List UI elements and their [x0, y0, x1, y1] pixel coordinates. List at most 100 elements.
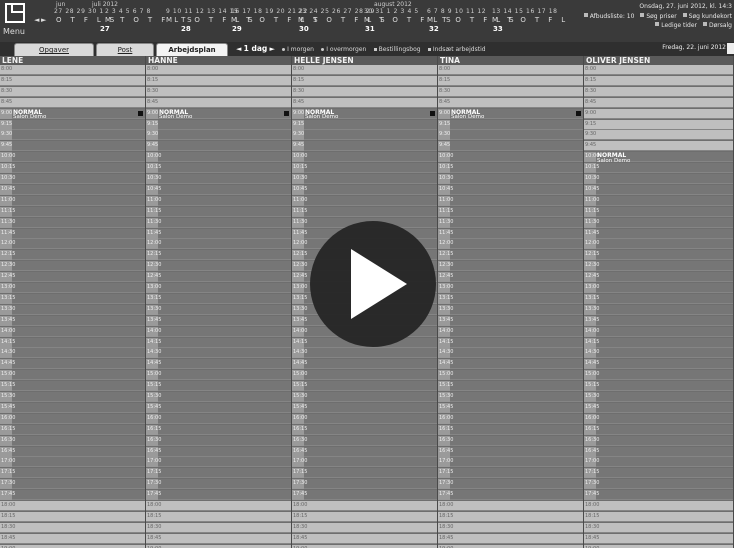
time-slot[interactable]: 8:00	[292, 65, 437, 75]
time-slot[interactable]: 9:45	[584, 141, 733, 152]
time-slot[interactable]: 10:00	[0, 152, 145, 163]
time-slot[interactable]: 10:30	[584, 174, 733, 184]
time-slot[interactable]: 17:30	[0, 479, 145, 490]
time-slot[interactable]: 8:00	[584, 65, 733, 75]
time-slot[interactable]: 16:15	[438, 424, 583, 435]
week-number[interactable]: 32	[429, 25, 439, 33]
time-slot[interactable]: 14:15	[0, 337, 145, 348]
time-slot[interactable]: 15:00	[292, 370, 437, 381]
time-slot[interactable]: 13:45	[584, 315, 733, 326]
time-slot[interactable]: 8:15	[146, 75, 291, 86]
time-slot[interactable]: 15:45	[146, 402, 291, 413]
time-slot[interactable]: 18:15	[438, 511, 583, 522]
time-slot[interactable]: 18:30	[0, 522, 145, 533]
week-number[interactable]: 33	[493, 25, 503, 33]
time-slot[interactable]: 11:00	[0, 195, 145, 206]
time-slot[interactable]: 11:45	[0, 228, 145, 239]
time-slot[interactable]: 17:15	[292, 468, 437, 479]
time-slot[interactable]: 14:15	[584, 337, 733, 348]
time-slot[interactable]: 13:30	[0, 304, 145, 315]
time-slot[interactable]: 16:45	[146, 446, 291, 457]
time-slot[interactable]: 12:45	[438, 272, 583, 283]
time-slot[interactable]: 8:15	[438, 75, 583, 86]
time-slot[interactable]: 15:00	[584, 370, 733, 381]
time-slot[interactable]: 15:15	[146, 381, 291, 392]
time-slot[interactable]: 15:45	[0, 402, 145, 413]
time-slot[interactable]: 9:15	[0, 119, 145, 130]
time-slot[interactable]: 8:45	[146, 97, 291, 108]
time-slot[interactable]: 18:15	[292, 511, 437, 522]
time-slot[interactable]: 10:45	[438, 184, 583, 195]
time-slot[interactable]: 18:45	[584, 533, 733, 544]
time-slot[interactable]: 13:45	[146, 315, 291, 326]
time-slot[interactable]: 14:45	[584, 359, 733, 370]
time-slot[interactable]: 18:00	[146, 501, 291, 511]
calendar-day-row[interactable]: 16 17 18 19 20 21 22	[231, 8, 308, 15]
door-sales-link[interactable]: Dørsalg	[709, 22, 732, 29]
time-slot[interactable]: 17:45	[584, 490, 733, 501]
week-number[interactable]: 31	[365, 25, 375, 33]
time-slot[interactable]: 19:00	[0, 544, 145, 548]
time-slot[interactable]: 16:00	[438, 413, 583, 424]
time-slot[interactable]: 8:00	[146, 65, 291, 75]
time-slot[interactable]: 12:15	[0, 250, 145, 261]
time-slot[interactable]: 16:30	[146, 435, 291, 446]
time-slot[interactable]: 14:45	[292, 359, 437, 370]
time-slot[interactable]: 13:00	[0, 283, 145, 293]
time-slot[interactable]: 17:00	[0, 457, 145, 468]
time-slot[interactable]: 11:00	[146, 195, 291, 206]
calendar-day-row[interactable]: 27 28 29 30 1	[54, 8, 104, 15]
time-slot[interactable]: 18:15	[0, 511, 145, 522]
time-slot[interactable]: 10:30	[0, 174, 145, 184]
next-day-arrow-icon[interactable]: ►	[270, 45, 275, 53]
time-slot[interactable]: 10:30	[146, 174, 291, 184]
time-slot[interactable]: 10:15	[584, 163, 733, 174]
time-slot[interactable]: 8:30	[584, 86, 733, 97]
time-slot[interactable]: 11:00	[584, 195, 733, 206]
time-slot[interactable]: 18:30	[146, 522, 291, 533]
time-slot[interactable]: 12:00	[0, 239, 145, 250]
time-slot[interactable]: 12:30	[146, 261, 291, 272]
time-slot[interactable]: 13:15	[584, 293, 733, 304]
time-slot[interactable]: 9:45	[292, 141, 437, 152]
time-slot[interactable]: 18:00	[584, 501, 733, 511]
time-slot[interactable]: 16:00	[0, 413, 145, 424]
time-slot[interactable]: 15:45	[292, 402, 437, 413]
time-slot[interactable]: 11:15	[584, 206, 733, 217]
tab-arbejdsplan[interactable]: Arbejdsplan	[156, 43, 228, 56]
time-slot[interactable]: 19:00	[146, 544, 291, 548]
time-slot[interactable]: 11:30	[438, 217, 583, 228]
time-slot[interactable]: 10:30	[438, 174, 583, 184]
time-slot[interactable]: 11:15	[146, 206, 291, 217]
time-slot[interactable]: 15:15	[0, 381, 145, 392]
time-slot[interactable]: 17:00	[584, 457, 733, 468]
time-slot[interactable]: 18:30	[438, 522, 583, 533]
time-slot[interactable]: 18:00	[438, 501, 583, 511]
time-slot[interactable]: 8:30	[0, 86, 145, 97]
time-slot[interactable]: 10:00	[292, 152, 437, 163]
time-slot[interactable]: 15:30	[584, 392, 733, 402]
time-slot[interactable]: 9:45	[0, 141, 145, 152]
appointment[interactable]: NORMAL Salon Demo	[159, 109, 192, 121]
time-slot[interactable]: 10:15	[292, 163, 437, 174]
available-times-link[interactable]: Ledige tider	[661, 22, 697, 29]
tab-post[interactable]: Post	[96, 43, 154, 56]
time-slot[interactable]: 9:15	[146, 119, 291, 130]
time-slot[interactable]: 16:00	[584, 413, 733, 424]
calendar-day-row[interactable]: 2 3 4 5 6 7 8	[105, 8, 151, 15]
time-slot[interactable]: 8:15	[584, 75, 733, 86]
time-slot[interactable]: 17:15	[0, 468, 145, 479]
time-slot[interactable]: 16:30	[0, 435, 145, 446]
time-slot[interactable]: 13:00	[584, 283, 733, 293]
search-customer-card-link[interactable]: Søg kundekort	[689, 13, 732, 20]
time-slot[interactable]: 19:00	[438, 544, 583, 548]
time-slot[interactable]: 11:15	[438, 206, 583, 217]
time-slot[interactable]: 13:15	[438, 293, 583, 304]
time-slot[interactable]: 15:30	[292, 392, 437, 402]
time-slot[interactable]: 18:15	[146, 511, 291, 522]
time-slot[interactable]: 8:00	[438, 65, 583, 75]
time-slot[interactable]: 13:00	[438, 283, 583, 293]
time-slot[interactable]: 16:45	[0, 446, 145, 457]
time-slot[interactable]: 17:30	[292, 479, 437, 490]
time-slot[interactable]: 18:45	[292, 533, 437, 544]
